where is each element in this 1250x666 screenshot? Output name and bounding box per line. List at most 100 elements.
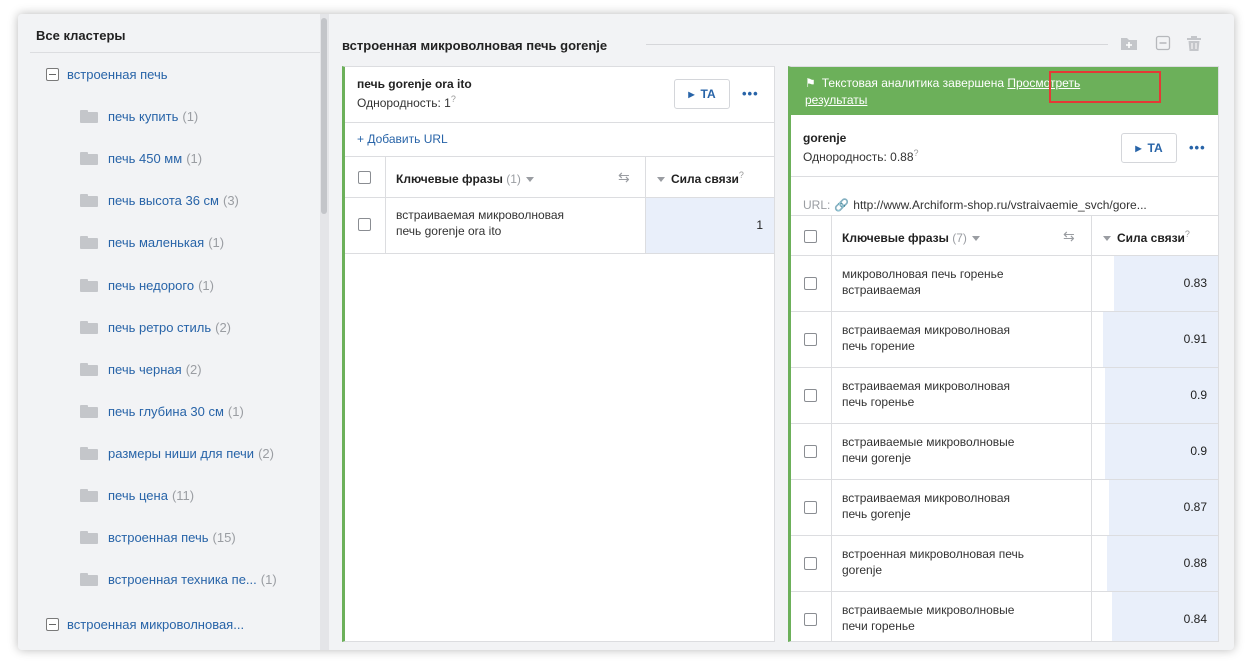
folder-icon <box>80 531 98 544</box>
row-checkbox[interactable] <box>804 333 817 346</box>
column-strength[interactable]: Сила связи? <box>657 170 744 186</box>
cluster-group-vstroennaya-mikrovolnovaya[interactable]: встроенная микроволновая... <box>46 617 244 632</box>
cluster-group-vstroennaya-pech[interactable]: встроенная печь <box>46 67 168 82</box>
sidebar-item[interactable]: печь высота 36 см (3) <box>80 193 239 208</box>
sidebar-item[interactable]: печь недорого (1) <box>80 278 214 293</box>
url-row: URL: 🔗 http://www.Archiform-shop.ru/vstrai… <box>803 198 1147 212</box>
sidebar-item[interactable]: печь маленькая (1) <box>80 235 224 250</box>
collapse-icon[interactable] <box>46 68 59 81</box>
phrase-line: встраиваемая микроволновая <box>842 323 1011 337</box>
sidebar-item-label: печь ретро стиль <box>108 320 212 335</box>
sidebar-item-count: (2) <box>258 446 274 461</box>
column-strength[interactable]: Сила связи? <box>1103 229 1190 245</box>
sidebar-item[interactable]: печь 450 мм (1) <box>80 151 202 166</box>
flag-icon: ⚑ <box>805 76 816 90</box>
sidebar-item-count: (2) <box>215 320 232 335</box>
url-label: URL: <box>803 198 831 212</box>
row-checkbox[interactable] <box>804 277 817 290</box>
more-menu-button[interactable]: ••• <box>1189 140 1206 155</box>
help-icon[interactable]: ? <box>451 94 456 104</box>
sidebar-title: Все кластеры <box>36 28 126 43</box>
sidebar-item-count: (3) <box>223 193 239 208</box>
link-icon[interactable]: 🔗 <box>834 198 849 212</box>
swap-icon[interactable]: ⇆ <box>1063 228 1075 245</box>
help-icon[interactable]: ? <box>914 148 919 158</box>
divider <box>831 216 832 641</box>
row-checkbox[interactable] <box>804 389 817 402</box>
keyword-phrase: встраиваемая микроволновая печь gorenje o… <box>396 207 564 239</box>
folder-icon <box>80 321 98 334</box>
column-keywords[interactable]: Ключевые фразы (1) <box>396 172 534 186</box>
divider <box>385 157 386 254</box>
strength-value: 0.9 <box>1190 444 1207 458</box>
sidebar-item-label: печь купить <box>108 109 179 124</box>
folder-icon <box>80 194 98 207</box>
url-link[interactable]: http://www.Archiform-shop.ru/vstraivaemi… <box>853 198 1146 212</box>
cluster-sidebar: Все кластеры встроенная печь печь купить… <box>18 14 320 650</box>
phrase-line: встроенная микроволновая печь <box>842 547 1025 561</box>
cluster-title: встроенная микроволновая печь gorenje <box>342 38 608 53</box>
column-label: Ключевые фразы <box>396 172 503 186</box>
select-all-checkbox[interactable] <box>804 230 817 243</box>
sidebar-item-count: (11) <box>171 488 195 503</box>
keyword-phrase: встраиваемая микроволновая печь горение <box>842 322 1010 354</box>
keyword-phrase: встраиваемые микроволновые печи горенье <box>842 602 1014 634</box>
folder-add-icon[interactable] <box>1120 34 1138 52</box>
sidebar-item[interactable]: размеры ниши для печи (2) <box>80 446 274 461</box>
phrase-line: встраиваемая микроволновая <box>842 491 1011 505</box>
help-icon[interactable]: ? <box>1185 229 1190 239</box>
scrollbar-thumb[interactable] <box>321 18 327 214</box>
card-title: печь gorenje ora ito <box>357 77 472 91</box>
sidebar-item-count: (1) <box>198 278 214 293</box>
divider <box>1091 216 1092 641</box>
strength-value: 0.87 <box>1183 500 1207 514</box>
divider <box>791 215 1218 216</box>
sidebar-scrollbar[interactable] <box>320 14 329 650</box>
strength-value: 0.9 <box>1190 388 1207 402</box>
sidebar-item[interactable]: встроенная печь (15) <box>80 530 236 545</box>
ta-label: TA <box>700 87 716 101</box>
view-results-link[interactable]: результаты <box>805 93 867 107</box>
sidebar-item[interactable]: печь цена (11) <box>80 488 194 503</box>
add-url-link[interactable]: + Добавить URL <box>357 132 448 146</box>
row-checkbox[interactable] <box>804 613 817 626</box>
divider <box>345 156 775 157</box>
trash-icon[interactable] <box>1185 34 1203 52</box>
text-analysis-button[interactable]: ▶ TA <box>674 79 730 109</box>
sidebar-item-label: печь 450 мм <box>108 151 183 166</box>
phrase-line: встраиваемые микроволновые <box>842 603 1015 617</box>
divider <box>791 176 1218 177</box>
folder-icon <box>80 573 98 586</box>
sidebar-item-count: (1) <box>227 404 244 419</box>
row-checkbox[interactable] <box>804 445 817 458</box>
row-checkbox[interactable] <box>804 501 817 514</box>
phrase-line: встраиваемые микроволновые <box>842 435 1015 449</box>
sidebar-item[interactable]: печь ретро стиль (2) <box>80 320 231 335</box>
sidebar-item[interactable]: печь глубина 30 см (1) <box>80 404 244 419</box>
text-analysis-button[interactable]: ▶ TA <box>1121 133 1177 163</box>
sidebar-item[interactable]: печь черная (2) <box>80 362 202 377</box>
sidebar-item[interactable]: печь купить (1) <box>80 109 198 124</box>
phrase-line: gorenje <box>842 563 883 577</box>
phrase-line: встраиваемая микроволновая <box>842 379 1011 393</box>
keyword-phrase: встраиваемая микроволновая печь горенье <box>842 378 1010 410</box>
row-checkbox[interactable] <box>804 557 817 570</box>
folder-icon <box>80 110 98 123</box>
collapse-all-icon[interactable] <box>1154 34 1172 52</box>
collapse-icon[interactable] <box>46 618 59 631</box>
sidebar-item[interactable]: встроенная техника пе... (1) <box>80 572 277 587</box>
select-all-checkbox[interactable] <box>358 171 371 184</box>
help-icon[interactable]: ? <box>739 170 744 180</box>
sidebar-item-label: печь недорого <box>108 278 195 293</box>
more-menu-button[interactable]: ••• <box>742 86 759 101</box>
swap-icon[interactable]: ⇆ <box>618 169 630 186</box>
phrase-line: печь gorenje ora ito <box>396 224 502 238</box>
row-checkbox[interactable] <box>358 218 371 231</box>
play-icon: ▶ <box>688 89 695 99</box>
sidebar-item-label: встроенная печь <box>108 530 209 545</box>
play-icon: ▶ <box>1135 143 1142 153</box>
analysis-complete-banner: ⚑ Текстовая аналитика завершена Просмотре… <box>791 67 1218 115</box>
sidebar-item-label: печь цена <box>108 488 168 503</box>
sidebar-item-label: печь черная <box>108 362 182 377</box>
column-keywords[interactable]: Ключевые фразы (7) <box>842 231 980 245</box>
